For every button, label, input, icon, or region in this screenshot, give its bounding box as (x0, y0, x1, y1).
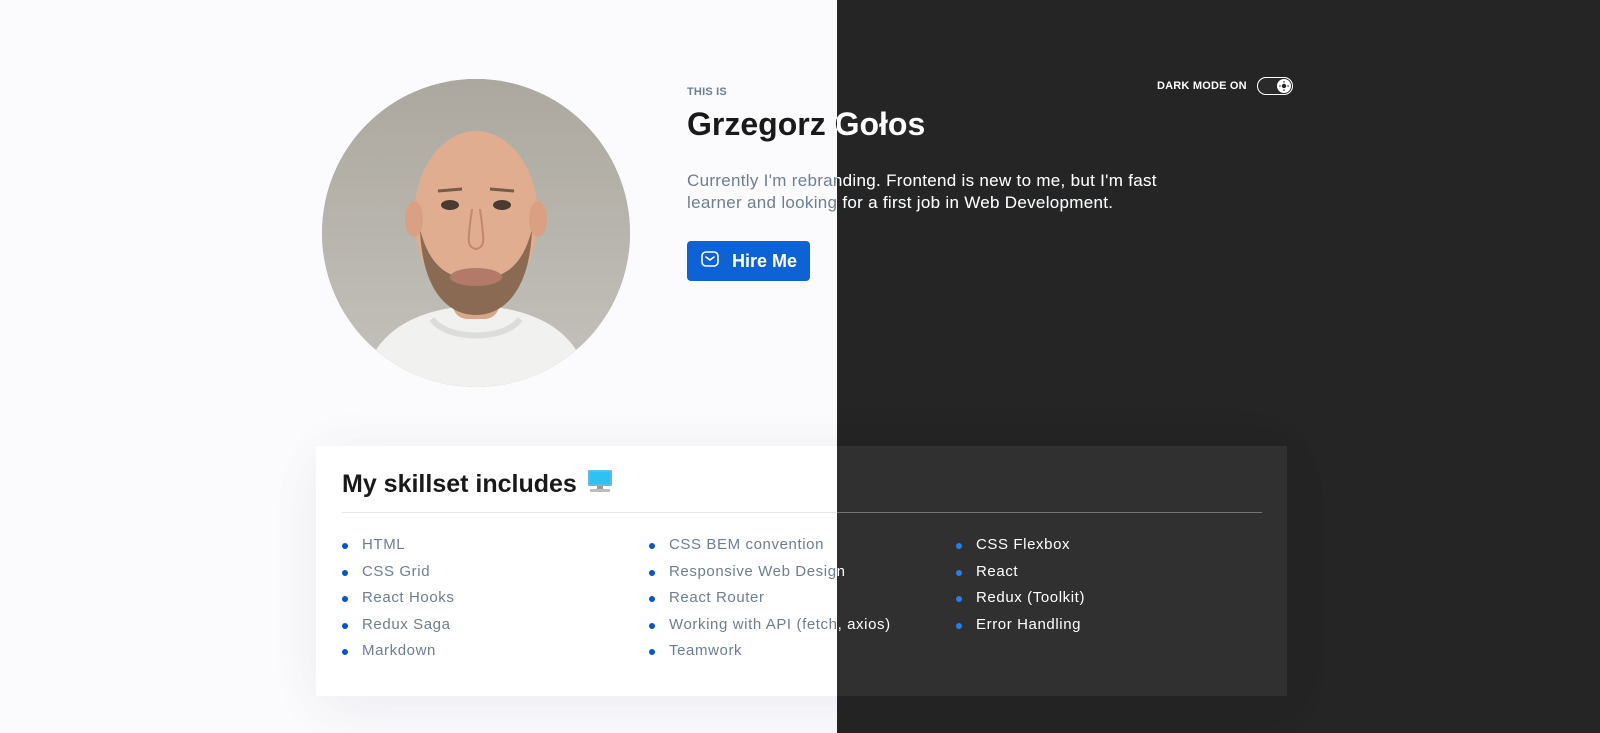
bullet-icon (956, 622, 962, 629)
sun-icon (1276, 79, 1291, 93)
bullet-icon (649, 596, 655, 602)
profile-photo (322, 79, 630, 387)
hire-me-button[interactable]: Hire Me (687, 241, 810, 281)
list-item: CSS Grid (342, 559, 454, 586)
list-item: CSS Flexbox (956, 532, 1085, 559)
bullet-icon (956, 569, 962, 576)
list-item: Error Handling (956, 612, 1085, 639)
skill-label: CSS Flexbox (976, 536, 1071, 553)
list-item: Markdown (342, 638, 454, 665)
skillset-title-text: My skillset includes (342, 470, 577, 498)
mail-icon (700, 249, 720, 274)
hire-me-label: Hire Me (732, 250, 798, 271)
bullet-icon (956, 596, 962, 602)
bullet-icon (649, 649, 655, 655)
skill-label: Redux Saga (362, 615, 451, 633)
bullet-icon (649, 569, 655, 576)
computer-monitor-icon (587, 468, 613, 501)
dark-mode-toggle-group: DARK MODE ON (1157, 76, 1293, 96)
bullet-icon (342, 543, 348, 549)
skill-label: CSS BEM convention (669, 536, 825, 553)
skill-label: Error Handling (976, 615, 1082, 633)
skill-label: Redux (Toolkit) (976, 589, 1086, 606)
bullet-icon (956, 543, 962, 549)
skill-label: HTML (362, 536, 406, 553)
bullet-icon (649, 622, 655, 629)
skillset-title: My skillset includes (342, 468, 613, 501)
skill-label: Teamwork (669, 642, 743, 659)
list-item: Redux Saga (342, 612, 454, 639)
dark-mode-toggle[interactable] (1256, 77, 1293, 95)
skill-label: Responsive Web Design (669, 562, 846, 580)
skills-column-3: CSS Flexbox React Redux (Toolkit) Error Han… (956, 532, 1085, 638)
skill-label: Markdown (362, 642, 436, 659)
list-item: HTML (342, 532, 454, 559)
bullet-icon (649, 543, 655, 549)
intro-eyebrow: THIS IS (687, 86, 727, 98)
bullet-icon (342, 569, 348, 576)
dark-mode-label: DARK MODE ON (1157, 80, 1247, 92)
bullet-icon (342, 596, 348, 602)
skill-label: React Hooks (362, 589, 455, 606)
skill-label: CSS Grid (362, 562, 431, 580)
list-item: React Hooks (342, 585, 454, 612)
bullet-icon (342, 649, 348, 655)
person-photo-icon (322, 79, 630, 387)
skill-label: React Router (669, 589, 765, 606)
bullet-icon (342, 622, 348, 629)
skill-label: React (976, 562, 1019, 580)
skills-column-1: HTML CSS Grid React Hooks Redux Saga Markdow… (342, 532, 454, 665)
list-item: React (956, 559, 1085, 586)
list-item: Redux (Toolkit) (956, 585, 1085, 612)
